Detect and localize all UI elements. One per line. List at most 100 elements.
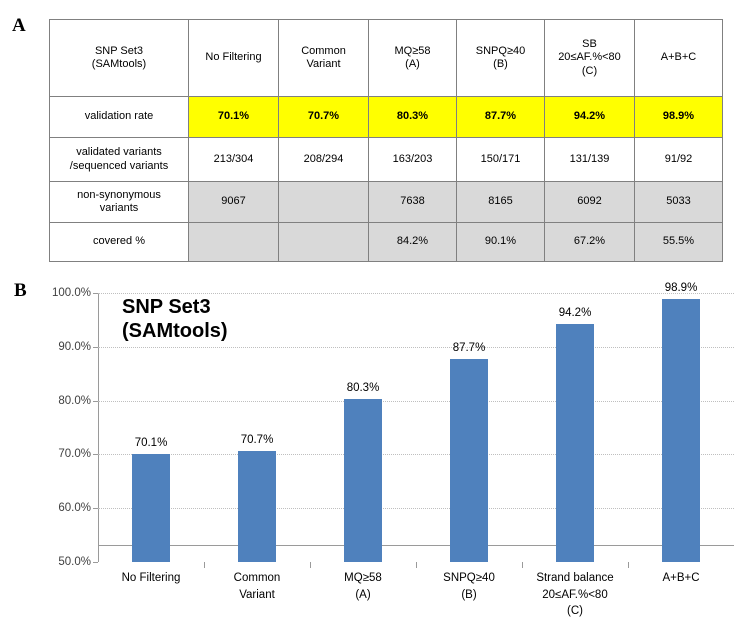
x-axis-category-label: MQ≥58 (A) [344, 572, 382, 601]
row0-label-line1: validation rate [84, 110, 154, 123]
gridline [98, 346, 734, 348]
y-axis-tick [93, 400, 98, 402]
cell-nonsyn-sb: 6092 [544, 181, 635, 223]
bar-value-label: 70.7% [240, 433, 274, 446]
column-header-mq: MQ≥58 (A) [368, 19, 457, 97]
cell-covered-sb: 67.2% [544, 222, 635, 262]
y-axis-tick [93, 562, 98, 563]
column-header-sb: SB 20≤AF.%<80 (C) [544, 19, 635, 97]
table-row: validation rate 70.1% 70.7% 80.3% 87.7% … [49, 96, 723, 138]
validation-rate-bar-chart: SNP Set3 (SAMtools) 50.0% 60.0% 70.0% 80.0%… [0, 276, 738, 631]
bar [662, 298, 700, 562]
table-corner-label: SNP Set3 (SAMtools) [49, 19, 189, 97]
y-axis-tick-label: 70.0% [58, 448, 91, 461]
x-axis-tick [522, 562, 523, 568]
x-axis-tick [204, 562, 205, 568]
results-table: SNP Set3 (SAMtools) No Filtering Common … [49, 19, 723, 262]
bar-value-label: 87.7% [452, 342, 486, 355]
row1-label-line1: validated variants [76, 146, 162, 159]
table-row: covered % 84.2% 90.1% 67.2% 55.5% [49, 222, 723, 262]
column-header-snpq: SNPQ≥40 (B) [456, 19, 545, 97]
table-header-row: SNP Set3 (SAMtools) No Filtering Common … [49, 19, 723, 97]
table-row: non-synonymous variants 9067 7638 8165 6… [49, 181, 723, 223]
corner-label-line1: SNP Set3 [94, 44, 144, 57]
cell-ratio-sb: 131/139 [544, 137, 635, 182]
bar-value-label: 98.9% [664, 281, 698, 294]
col1-line1: Common [301, 44, 346, 57]
y-axis-tick [93, 346, 98, 348]
row3-label-line1: covered % [93, 235, 145, 248]
x-axis-category-label: A+B+C [662, 572, 700, 584]
cell-validation-rate-mq: 80.3% [368, 96, 457, 138]
bar [344, 398, 382, 562]
column-header-no-filtering: No Filtering [188, 19, 279, 97]
row-label-covered-percent: covered % [49, 222, 189, 262]
cell-covered-abc: 55.5% [634, 222, 723, 262]
bar-value-label: 94.2% [558, 307, 592, 320]
bar-value-label: 70.1% [134, 436, 168, 449]
cell-validation-rate-no-filtering: 70.1% [188, 96, 279, 138]
y-axis-tick [93, 454, 98, 456]
col3-line2: (B) [493, 58, 508, 70]
bar [556, 324, 594, 562]
table-row: validated variants /sequenced variants 2… [49, 137, 723, 182]
x-axis-category-label: Strand balance 20≤AF.%<80 (C) [536, 572, 614, 618]
x-axis-tick [416, 562, 417, 568]
col4-line1: SB [582, 37, 597, 50]
y-axis-tick-label: 60.0% [58, 502, 91, 515]
x-axis-tick [310, 562, 311, 568]
y-axis-tick-label: 80.0% [58, 394, 91, 407]
y-axis-tick-label: 50.0% [58, 556, 91, 568]
bar [450, 359, 488, 562]
bar [132, 453, 170, 562]
bar [238, 450, 276, 562]
cell-covered-no-filtering [188, 222, 279, 262]
col3-line1: SNPQ≥40 [475, 44, 526, 57]
cell-ratio-no-filtering: 213/304 [188, 137, 279, 182]
y-axis-tick-label: 100.0% [51, 287, 91, 299]
cell-validation-rate-common-variant: 70.7% [278, 96, 369, 138]
column-header-common-variant: Common Variant [278, 19, 369, 97]
cell-nonsyn-no-filtering: 9067 [188, 181, 279, 223]
col2-line1: MQ≥58 [394, 44, 431, 57]
panel-label-a: A [12, 15, 26, 36]
plot-area: 50.0% 60.0% 70.0% 80.0% 90.0% 100.0% 70.1% 70.… [52, 282, 734, 568]
gridline [98, 293, 734, 294]
cell-validation-rate-abc: 98.9% [634, 96, 723, 138]
cell-nonsyn-snpq: 8165 [456, 181, 545, 223]
col1-line2: Variant [306, 58, 341, 70]
x-axis-category-label: Common Variant [233, 572, 281, 601]
cell-nonsyn-abc: 5033 [634, 181, 723, 223]
cell-nonsyn-common-variant [278, 181, 369, 223]
cell-covered-mq: 84.2% [368, 222, 457, 262]
x-axis-category-label: No Filtering [121, 572, 181, 584]
results-table-panel: SNP Set3 (SAMtools) No Filtering Common … [49, 19, 723, 262]
gridline [98, 400, 734, 402]
cell-covered-common-variant [278, 222, 369, 262]
col0-line1: No Filtering [205, 51, 262, 64]
row2-label-line1: non-synonymous [77, 188, 161, 201]
cell-covered-snpq: 90.1% [456, 222, 545, 262]
cell-ratio-abc: 91/92 [634, 137, 723, 182]
table-body: SNP Set3 (SAMtools) No Filtering Common … [49, 19, 723, 262]
col2-line2: (A) [405, 58, 420, 70]
cell-ratio-mq: 163/203 [368, 137, 457, 182]
cell-nonsyn-mq: 7638 [368, 181, 457, 223]
x-axis-tick [628, 562, 629, 568]
row-label-non-synonymous: non-synonymous variants [49, 181, 189, 223]
cell-validation-rate-sb: 94.2% [544, 96, 635, 138]
col4-line3: (C) [581, 64, 598, 77]
cell-ratio-snpq: 150/171 [456, 137, 545, 182]
gridline [98, 454, 734, 456]
row-label-validation-rate: validation rate [49, 96, 189, 138]
x-axis-category-label: SNPQ≥40 (B) [443, 572, 495, 601]
cell-validation-rate-snpq: 87.7% [456, 96, 545, 138]
col5-line1: A+B+C [660, 51, 697, 64]
row1-label-line2: /sequenced variants [69, 159, 169, 172]
corner-label-line2: (SAMtools) [91, 58, 147, 70]
bar-value-label: 80.3% [346, 381, 380, 394]
gridline [98, 508, 734, 510]
col4-line2: 20≤AF.%<80 [558, 51, 621, 64]
row-label-validated-sequenced: validated variants /sequenced variants [49, 137, 189, 182]
y-axis-tick [93, 508, 98, 510]
